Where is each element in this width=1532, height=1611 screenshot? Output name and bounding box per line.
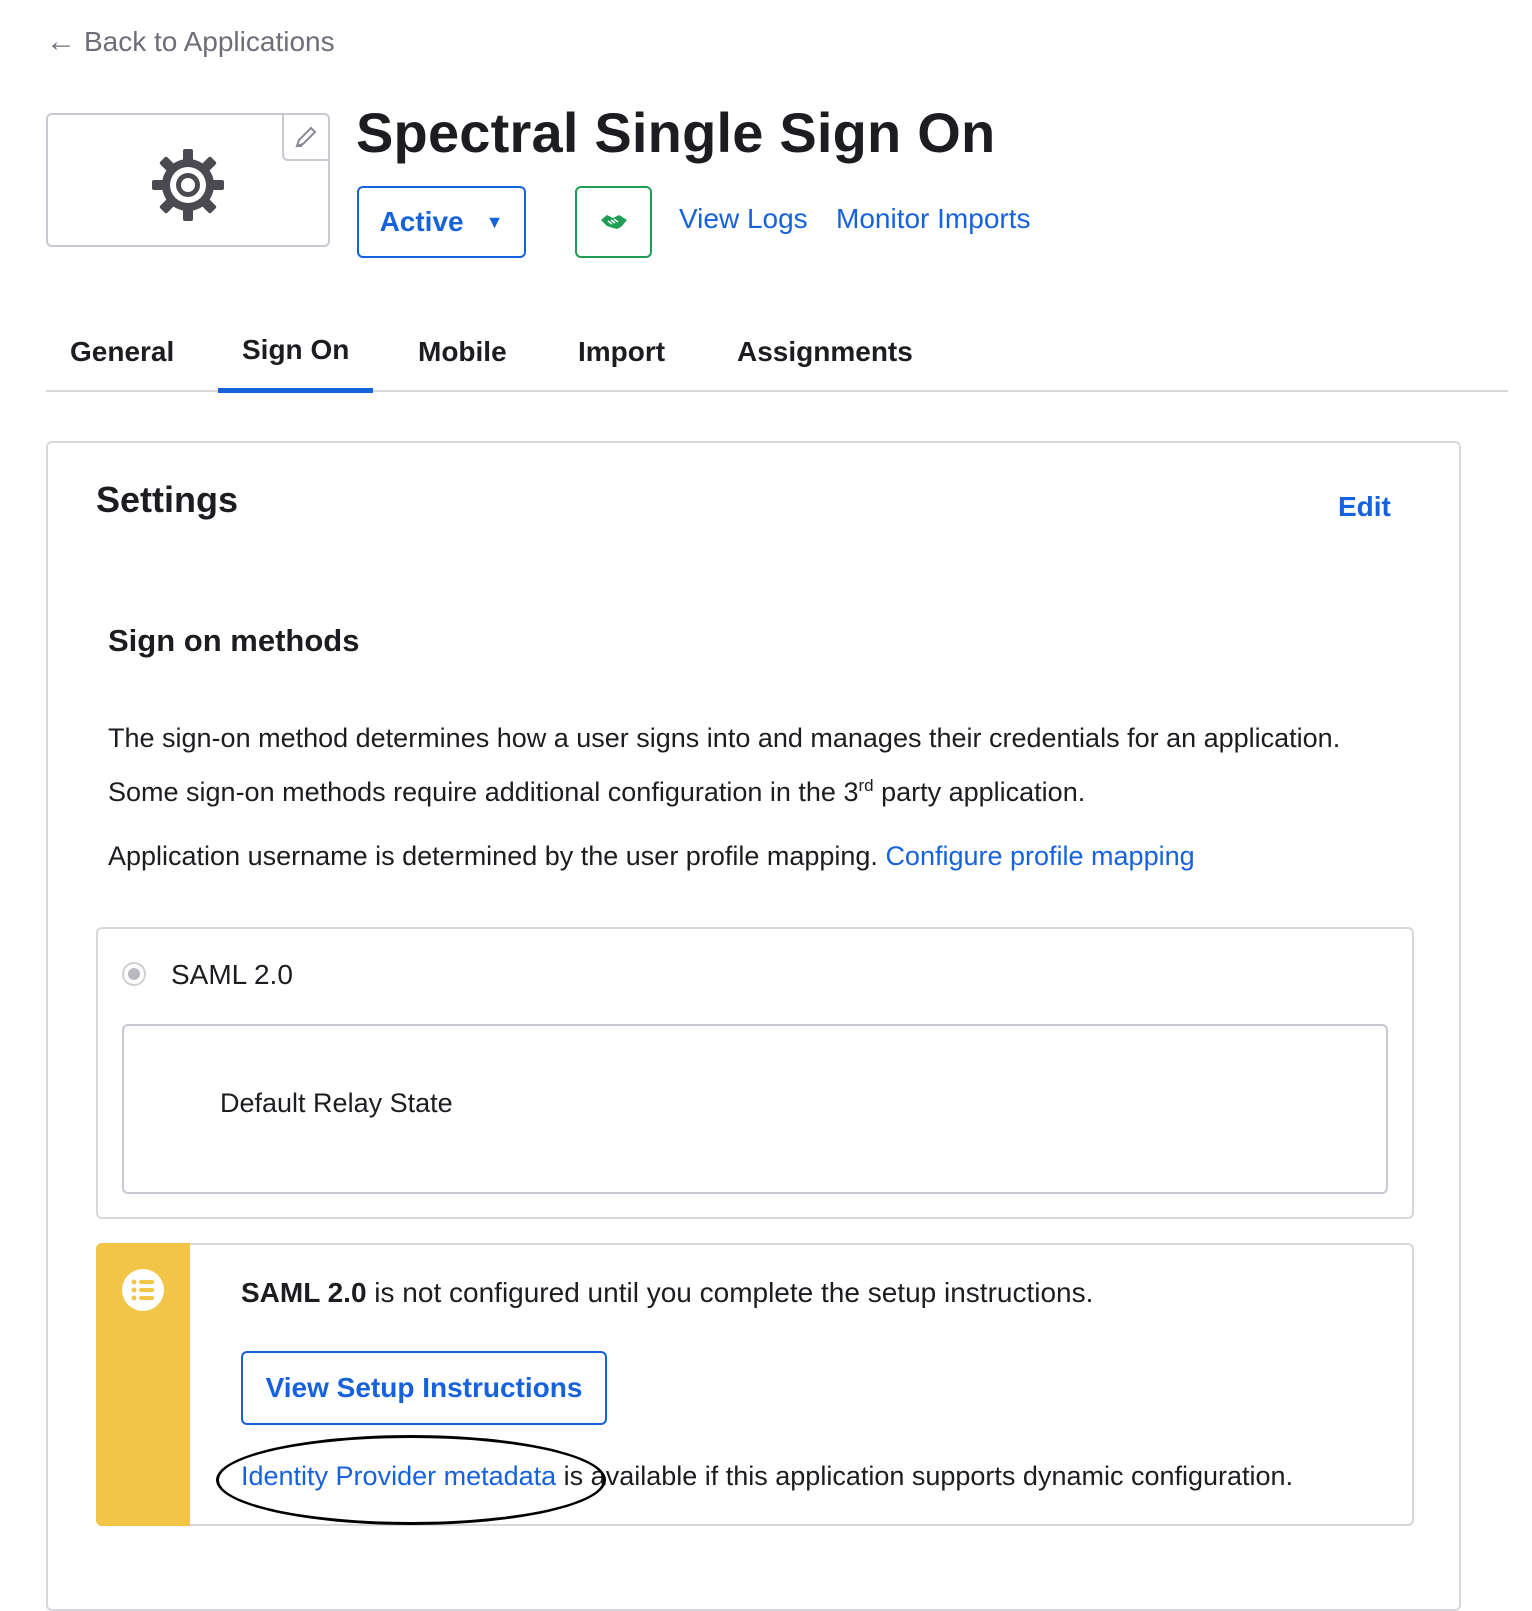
description-text: The sign-on method determines how a user… [108,723,1341,807]
sign-on-methods-heading: Sign on methods [108,623,360,658]
view-logs-link[interactable]: View Logs [679,203,808,235]
description-superscript: rd [858,776,874,795]
relay-state-label: Default Relay State [220,1088,453,1118]
tab-sign-on[interactable]: Sign On [218,312,374,393]
metadata-note: Identity Provider metadata is available … [241,1461,1293,1492]
gear-icon [152,149,224,221]
configure-profile-mapping-link[interactable]: Configure profile mapping [885,841,1194,871]
back-link-label: Back to Applications [84,26,335,57]
callout-message-text: is not configured until you complete the… [366,1277,1094,1308]
callout-message: SAML 2.0 is not configured until you com… [241,1277,1093,1309]
username-text: Application username is determined by th… [108,841,878,871]
identity-provider-metadata-link[interactable]: Identity Provider metadata [241,1461,556,1491]
tab-general[interactable]: General [46,312,198,392]
tab-bar: General Sign On Mobile Import Assignment… [46,312,1508,393]
username-mapping-text: Application username is determined by th… [108,833,1408,880]
view-setup-instructions-button[interactable]: View Setup Instructions [241,1351,607,1425]
sign-on-description: The sign-on method determines how a user… [108,715,1408,816]
description-text-end: party application. [873,777,1086,807]
pencil-icon [295,126,317,148]
edit-settings-button[interactable]: Edit [1338,491,1391,523]
saml-method-label: SAML 2.0 [171,959,293,990]
arrow-left-icon: ← [46,25,76,58]
settings-title: Settings [96,479,239,520]
caret-down-icon: ▼ [485,211,504,232]
metadata-note-text: is available if this application support… [556,1461,1294,1491]
setup-callout: SAML 2.0 is not configured until you com… [96,1243,1414,1526]
back-to-applications-link[interactable]: ← Back to Applications [46,24,335,60]
handshake-icon [600,215,627,229]
relay-state-box: Default Relay State [122,1024,1388,1194]
page-title: Spectral Single Sign On [356,101,996,164]
saml-radio[interactable] [122,962,146,986]
tab-mobile[interactable]: Mobile [394,312,531,392]
callout-message-bold: SAML 2.0 [241,1277,367,1308]
monitor-imports-link[interactable]: Monitor Imports [836,203,1031,235]
push-app-button[interactable] [575,186,652,258]
list-icon [122,1269,164,1311]
settings-panel: Settings Edit Sign on methods The sign-o… [46,441,1461,1611]
saml-method-option: SAML 2.0 Default Relay State [96,927,1414,1219]
status-label: Active [379,206,464,237]
tab-assignments[interactable]: Assignments [713,312,937,392]
callout-stripe [96,1243,190,1526]
status-dropdown[interactable]: Active ▼ [357,186,526,258]
app-logo [46,113,330,247]
tab-import[interactable]: Import [554,312,689,392]
edit-logo-button[interactable] [282,113,330,161]
